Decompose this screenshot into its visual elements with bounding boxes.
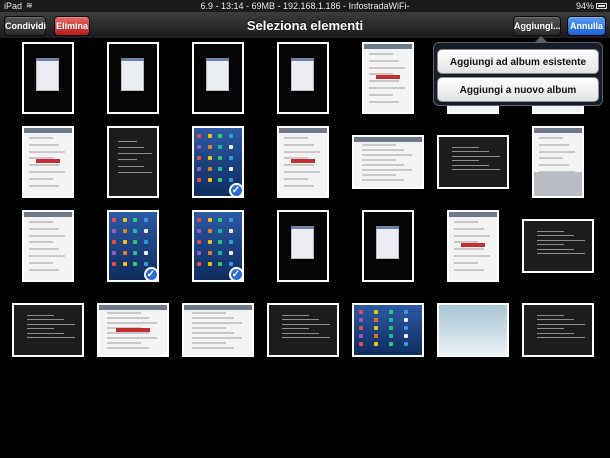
thumbnail-image [181, 302, 254, 357]
photo-thumbnail[interactable] [265, 40, 340, 115]
photo-thumbnail[interactable] [350, 292, 425, 367]
thumbnail-image [436, 302, 509, 357]
thumbnail-image [351, 134, 424, 189]
thumbnail-image [276, 41, 329, 114]
thumbnail-image [361, 209, 414, 282]
add-album-popover: Aggiungi ad album esistente Aggiungi a n… [433, 42, 603, 106]
thumbnail-image [106, 41, 159, 114]
thumbnail-image [521, 218, 594, 273]
thumbnail-image [531, 125, 584, 198]
photo-thumbnail[interactable] [435, 208, 510, 283]
battery-percent: 94% [575, 1, 594, 11]
photo-thumbnail[interactable] [95, 292, 170, 367]
photo-thumbnail[interactable] [350, 40, 425, 115]
photo-thumbnail[interactable] [95, 124, 170, 199]
photo-thumbnail[interactable]: ✓ [180, 208, 255, 283]
photo-thumbnail[interactable] [520, 124, 595, 199]
photo-thumbnail[interactable] [435, 292, 510, 367]
thumbnail-image [436, 134, 509, 189]
thumbnail-image [266, 302, 339, 357]
photo-thumbnail[interactable] [265, 124, 340, 199]
thumbnail-image [521, 302, 594, 357]
photo-thumbnail[interactable] [180, 292, 255, 367]
photo-thumbnail[interactable] [350, 208, 425, 283]
add-to-existing-album-option[interactable]: Aggiungi ad album esistente [437, 49, 599, 74]
photo-thumbnail[interactable] [180, 40, 255, 115]
photo-thumbnail[interactable] [10, 124, 85, 199]
photo-thumbnail[interactable] [435, 124, 510, 199]
thumbnail-image [446, 209, 499, 282]
add-to-new-album-option[interactable]: Aggiungi a nuovo album [437, 77, 599, 102]
thumbnail-image [21, 209, 74, 282]
status-center-text: 6.9 - 13:14 - 69MB - 192.168.1.186 - Inf… [200, 1, 410, 11]
photo-thumbnail[interactable]: ✓ [180, 124, 255, 199]
selected-checkmark-icon: ✓ [228, 266, 244, 282]
thumbnail-image [351, 302, 424, 357]
thumbnail-image [21, 125, 74, 198]
thumbnail-image [276, 209, 329, 282]
thumbnail-image [191, 41, 244, 114]
photo-thumbnail[interactable] [10, 292, 85, 367]
photo-thumbnail[interactable] [520, 292, 595, 367]
photo-thumbnail[interactable] [265, 208, 340, 283]
photo-thumbnail[interactable] [520, 208, 595, 283]
photo-thumbnail[interactable] [10, 40, 85, 115]
photo-thumbnail[interactable] [265, 292, 340, 367]
add-to-album-button[interactable]: Aggiungi... [513, 16, 561, 36]
photo-thumbnail[interactable]: ✓ [95, 208, 170, 283]
cancel-button[interactable]: Annulla [567, 16, 606, 36]
thumbnail-image [361, 41, 414, 114]
status-bar: iPad ≋ 6.9 - 13:14 - 69MB - 192.168.1.18… [0, 0, 610, 12]
thumbnail-image [21, 41, 74, 114]
photo-thumbnail[interactable] [95, 40, 170, 115]
battery-icon [596, 3, 607, 9]
thumbnail-image [106, 125, 159, 198]
selected-checkmark-icon: ✓ [228, 182, 244, 198]
thumbnail-image [276, 125, 329, 198]
photo-thumbnail[interactable] [10, 208, 85, 283]
navigation-bar: Condividi Elimina Seleziona elementi Agg… [0, 12, 610, 39]
selected-checkmark-icon: ✓ [143, 266, 159, 282]
thumbnail-image [96, 302, 169, 357]
photo-thumbnail[interactable] [350, 124, 425, 199]
thumbnail-image [11, 302, 84, 357]
